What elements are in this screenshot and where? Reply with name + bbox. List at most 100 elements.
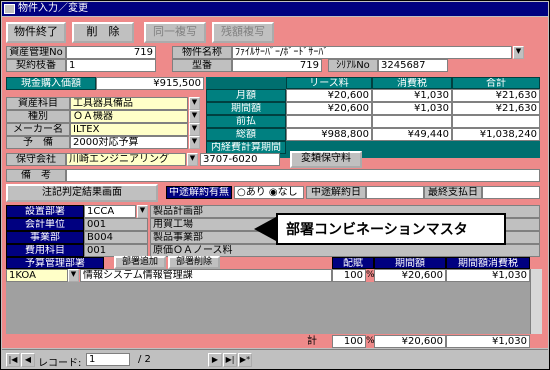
- judge-result-button[interactable]: 注記判定結果画面: [6, 184, 158, 202]
- finance-col-tax: 消費税: [372, 77, 452, 89]
- dept-label: 会計単位: [6, 218, 84, 231]
- finance-cell[interactable]: ¥1,038,240: [452, 128, 540, 141]
- serial-field[interactable]: 3245687: [378, 59, 448, 72]
- form-body: 物件終了 削 除 同一複写 残額複写 資産管理No 719 契約枝番 1 現金購…: [2, 17, 548, 348]
- del-dept-button[interactable]: 部署削除: [168, 256, 220, 269]
- finance-cell[interactable]: [372, 115, 452, 128]
- budget-table-empty-area: [6, 282, 530, 334]
- finance-cell[interactable]: ¥49,440: [372, 128, 452, 141]
- finance-cell[interactable]: ¥20,600: [286, 102, 372, 115]
- budget-row-name[interactable]: 情報システム情報管理課: [80, 269, 332, 282]
- type-field[interactable]: ＯＡ機器: [70, 110, 188, 123]
- last-pay-label: 最終支払日: [424, 186, 482, 199]
- asset-no-field[interactable]: 719: [66, 46, 156, 59]
- add-dept-button[interactable]: 部署追加: [114, 256, 166, 269]
- dept-code-field: 001: [84, 218, 148, 231]
- window-title: 物件入力／変更: [18, 3, 88, 14]
- radio-no-icon[interactable]: ◉: [269, 187, 278, 198]
- prev-record-icon[interactable]: ◀: [21, 353, 35, 367]
- name-field[interactable]: ﾌｧｲﾙｻｰﾊﾞｰ/ﾎﾞｰﾄﾞｻｰﾊﾞ: [232, 46, 512, 59]
- first-record-icon[interactable]: |◀: [6, 353, 20, 367]
- finish-button[interactable]: 物件終了: [6, 22, 66, 43]
- budget-row-dropdown-icon[interactable]: ▼: [68, 269, 79, 282]
- col-tax: 期間額消費税: [446, 257, 530, 269]
- budget-row-code[interactable]: 1KOA: [6, 269, 68, 282]
- category-label: 資産科目: [6, 97, 70, 110]
- maker-dropdown-icon[interactable]: ▼: [189, 123, 200, 136]
- dept-dropdown-icon[interactable]: ▼: [137, 205, 148, 218]
- finance-row-label: 前払: [206, 115, 286, 128]
- copy-rest-button[interactable]: 残額複写: [212, 22, 274, 43]
- budget-row-tax[interactable]: ¥1,030: [446, 269, 530, 282]
- dept-code-field: B004: [84, 231, 148, 244]
- finance-cell[interactable]: [286, 115, 372, 128]
- name-dropdown-icon[interactable]: ▼: [513, 46, 524, 59]
- copy-same-button[interactable]: 同一複写: [144, 22, 206, 43]
- budget-field[interactable]: 2000対応予算: [70, 136, 188, 149]
- contract-label: 契約枝番: [6, 59, 66, 72]
- title-bar: 物件入力／変更: [2, 2, 548, 16]
- radio-yes-icon[interactable]: ○: [237, 187, 246, 198]
- main-window: 物件入力／変更 物件終了 削 除 同一複写 残額複写 資産管理No 719 契約…: [0, 0, 550, 370]
- radio-no-label: なし: [277, 187, 298, 198]
- dept-code-field[interactable]: 1CCA: [84, 205, 136, 218]
- budget-scrollbar[interactable]: [530, 269, 542, 334]
- budget-row-amount[interactable]: ¥20,600: [374, 269, 446, 282]
- col-ratio: 配賦: [332, 257, 374, 269]
- total-pct: %: [366, 336, 375, 346]
- model-label: 型番: [172, 59, 232, 72]
- note-field[interactable]: [66, 169, 540, 182]
- finance-row-label: 総額: [206, 128, 286, 141]
- finance-cell[interactable]: ¥21,630: [452, 102, 540, 115]
- dept-label: 設置部署: [6, 205, 84, 218]
- budget-row-ratio[interactable]: 100: [332, 269, 366, 282]
- last-pay-field[interactable]: [482, 186, 540, 199]
- finance-col-lease: リース料: [286, 77, 372, 89]
- company-dropdown-icon[interactable]: ▼: [187, 153, 198, 166]
- budget-label: 予 備: [6, 136, 70, 149]
- dept-label: 費用科目: [6, 244, 84, 257]
- change-fee-button[interactable]: 変類保守料: [290, 151, 362, 168]
- category-dropdown-icon[interactable]: ▼: [189, 97, 200, 110]
- next-record-icon[interactable]: ▶: [208, 353, 222, 367]
- cancel-label: 中途解約有無: [166, 186, 232, 199]
- serial-label: ｼﾘｱﾙNo: [328, 59, 378, 72]
- company-tel-field[interactable]: 3707-6020: [200, 153, 280, 166]
- record-field[interactable]: 1: [86, 353, 130, 366]
- cancel-date-field[interactable]: [366, 186, 424, 199]
- company-label: 保守会社: [6, 153, 66, 166]
- finance-cell[interactable]: ¥20,600: [286, 89, 372, 102]
- name-label: 物件名称: [172, 46, 232, 59]
- record-label: レコード:: [38, 358, 82, 369]
- record-count: / 2: [138, 354, 151, 365]
- delete-button[interactable]: 削 除: [72, 22, 134, 43]
- asset-no-label: 資産管理No: [6, 46, 66, 59]
- total-label: 計: [307, 336, 317, 347]
- company-field[interactable]: 川崎エンジニアリング: [66, 153, 186, 166]
- cancel-date-label: 中途解約日: [306, 186, 366, 199]
- finance-row-label: 期間額: [206, 102, 286, 115]
- type-dropdown-icon[interactable]: ▼: [189, 110, 200, 123]
- budget-dropdown-icon[interactable]: ▼: [189, 136, 200, 149]
- finance-cell[interactable]: [452, 115, 540, 128]
- callout-label: 部署コンビネーションマスタ: [276, 213, 506, 245]
- maker-field[interactable]: ILTEX: [70, 123, 188, 136]
- last-record-icon[interactable]: ▶|: [223, 353, 237, 367]
- finance-cell[interactable]: ¥21,630: [452, 89, 540, 102]
- cancel-options: ○あり ◉なし: [234, 186, 304, 199]
- finance-cell[interactable]: ¥1,030: [372, 102, 452, 115]
- total-ratio: 100: [332, 335, 366, 348]
- contract-field[interactable]: 1: [66, 59, 156, 72]
- maker-label: メーカー名: [6, 123, 70, 136]
- total-amount: ¥20,600: [374, 335, 446, 348]
- finance-col-total: 合計: [452, 77, 540, 89]
- callout-arrow-icon: [254, 217, 276, 241]
- budget-table-header: 予算管理部署: [6, 257, 104, 269]
- category-field[interactable]: 工具器具備品: [70, 97, 188, 110]
- finance-cell[interactable]: ¥988,800: [286, 128, 372, 141]
- finance-cell[interactable]: ¥1,030: [372, 89, 452, 102]
- budget-row-pct: %: [366, 270, 375, 280]
- model-field[interactable]: 719: [232, 59, 322, 72]
- cash-field[interactable]: ¥915,500: [96, 77, 204, 90]
- new-record-icon[interactable]: ▶*: [238, 353, 252, 367]
